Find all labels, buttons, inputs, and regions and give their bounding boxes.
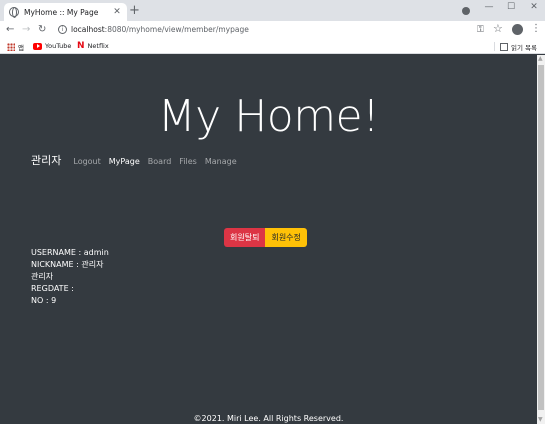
minimize-icon[interactable]: — — [483, 2, 495, 12]
nav-logout[interactable]: Logout — [73, 157, 100, 166]
key-icon[interactable]: ⚿ — [477, 24, 484, 36]
tab-title: MyHome :: My Page — [24, 7, 99, 17]
profile-role: 관리자 — [31, 272, 54, 281]
record-icon[interactable] — [462, 7, 470, 15]
close-icon[interactable]: ✕ — [112, 7, 122, 17]
url-path: :8080/myhome/view/member/mypage — [104, 25, 249, 34]
page-content: My Home! 관리자 Logout MyPage Board Files M… — [0, 55, 537, 424]
edit-member-button[interactable]: 회원수정 — [265, 228, 307, 247]
nav-brand[interactable]: 관리자 — [31, 152, 61, 168]
forward-icon[interactable]: → — [22, 24, 30, 36]
bookmark-divider — [494, 42, 495, 51]
bookmark-youtube-label: YouTube — [45, 42, 72, 50]
profile-username: USERNAME : admin — [31, 248, 109, 257]
profile-regdate: REGDATE : — [31, 284, 74, 293]
bookmark-apps[interactable]: 앱 — [7, 42, 24, 52]
browser-toolbar: ← → ↻ i localhost:8080/myhome/view/membe… — [0, 21, 545, 39]
site-info-icon[interactable]: i — [58, 25, 67, 34]
profile-no: NO : 9 — [31, 296, 57, 305]
netflix-icon: N — [77, 41, 85, 51]
footer-copyright: ©2021. Miri Lee. All Rights Reserved. — [193, 414, 344, 423]
reload-icon[interactable]: ↻ — [38, 24, 46, 36]
hero-title: My Home! — [157, 91, 380, 142]
star-icon[interactable]: ☆ — [493, 23, 503, 35]
bookmarks-bar: 앱 YouTube N Netflix 읽기 목록 — [0, 39, 545, 54]
back-icon[interactable]: ← — [6, 24, 14, 36]
reading-list-icon — [500, 43, 508, 51]
bookmark-netflix[interactable]: N Netflix — [77, 41, 109, 51]
nav-files[interactable]: Files — [179, 157, 197, 166]
scroll-down-icon[interactable]: ▼ — [538, 417, 543, 423]
nav-mypage[interactable]: MyPage — [109, 157, 140, 166]
member-actions: 회원탈퇴 회원수정 — [224, 228, 307, 247]
browser-tab[interactable]: MyHome :: My Page ✕ — [4, 3, 127, 21]
menu-icon[interactable]: ⋮ — [531, 23, 541, 35]
url-host: localhost — [71, 25, 105, 34]
bookmark-apps-label: 앱 — [18, 44, 24, 52]
youtube-icon — [33, 42, 42, 50]
withdraw-button[interactable]: 회원탈퇴 — [224, 228, 266, 247]
tab-strip: MyHome :: My Page ✕ + — ☐ ✕ — [0, 0, 545, 21]
reading-list-label: 읽기 목록 — [511, 44, 537, 52]
bookmark-netflix-label: Netflix — [87, 42, 109, 50]
profile-nickname: NICKNAME : 관리자 — [31, 260, 104, 269]
globe-icon — [9, 7, 19, 18]
maximize-icon[interactable]: ☐ — [505, 2, 517, 12]
address-bar[interactable]: localhost:8080/myhome/view/member/mypage — [71, 25, 249, 34]
bookmark-youtube[interactable]: YouTube — [33, 42, 71, 50]
profile-info: USERNAME : admin NICKNAME : 관리자 관리자 REGD… — [31, 247, 109, 307]
scrollbar-thumb[interactable] — [538, 65, 544, 410]
site-nav: 관리자 Logout MyPage Board Files Manage — [31, 152, 245, 168]
page-scrollbar[interactable]: ▲ ▼ — [537, 55, 545, 424]
profile-avatar[interactable] — [512, 24, 523, 35]
reading-list[interactable]: 읽기 목록 — [500, 42, 537, 52]
apps-icon — [7, 43, 15, 51]
nav-manage[interactable]: Manage — [205, 157, 237, 166]
nav-board[interactable]: Board — [148, 157, 172, 166]
window-close-icon[interactable]: ✕ — [528, 2, 540, 12]
new-tab-button[interactable]: + — [129, 4, 140, 17]
scroll-up-icon[interactable]: ▲ — [538, 56, 543, 62]
